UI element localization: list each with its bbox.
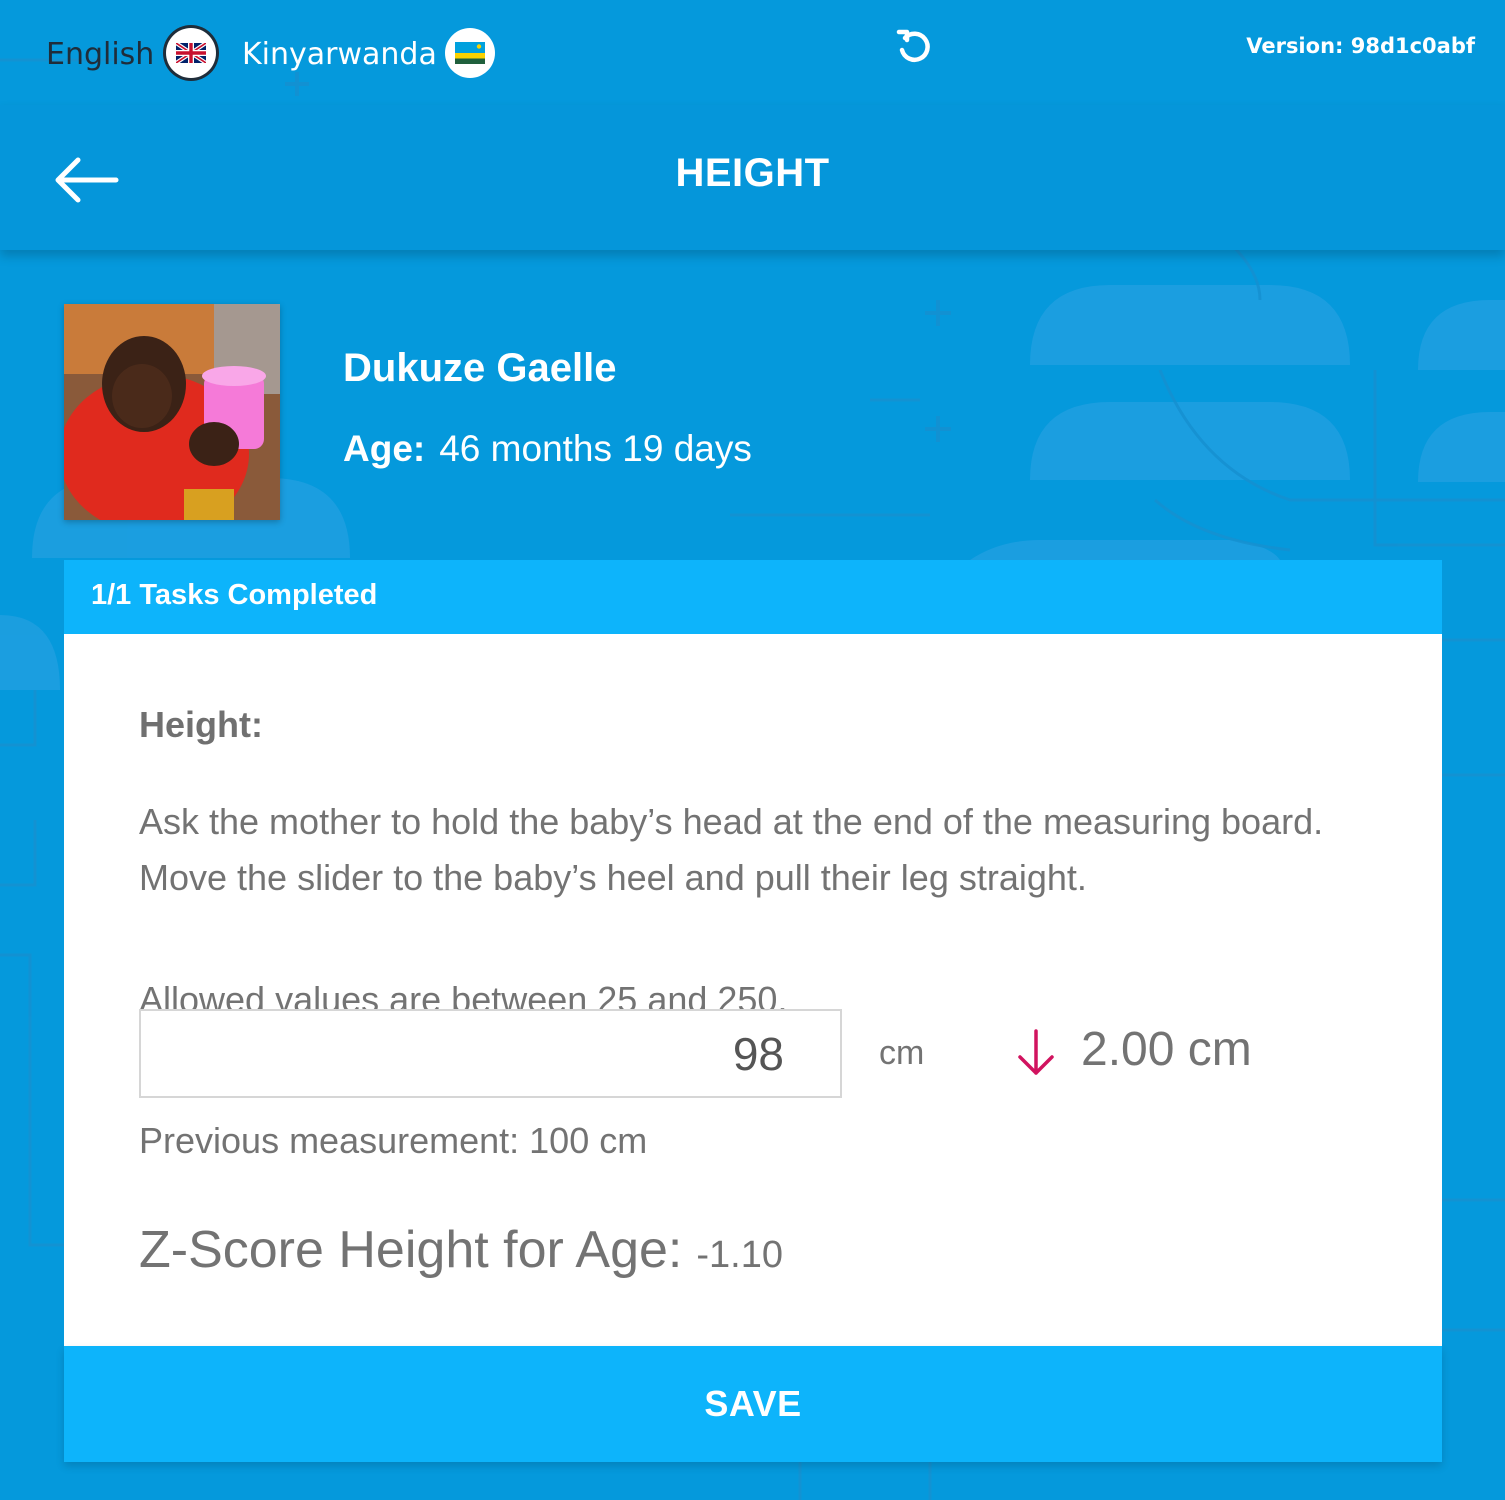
tasks-completed-label: 1/1 Tasks Completed [91, 579, 378, 611]
measurement-card: 1/1 Tasks Completed Height: Ask the moth… [64, 560, 1442, 1462]
refresh-icon[interactable] [893, 26, 935, 68]
save-button[interactable]: SAVE [64, 1346, 1442, 1462]
child-photo [64, 304, 280, 520]
uk-flag-icon[interactable] [166, 28, 216, 78]
language-english-label[interactable]: English [46, 36, 154, 74]
version-label: Version: 98d1c0abf [1246, 34, 1475, 58]
child-name: Dukuze Gaelle [343, 346, 617, 390]
rwanda-flag-icon[interactable] [445, 28, 495, 78]
page-header: HEIGHT [0, 105, 1505, 250]
difference-value: 2.00 cm [1081, 1023, 1252, 1076]
instructions-text: Ask the mother to hold the baby’s head a… [139, 801, 1324, 898]
child-age: Age: 46 months 19 days [343, 428, 752, 470]
previous-measurement: Previous measurement: 100 cm [139, 1120, 648, 1161]
card-body: Height: Ask the mother to hold the baby’… [64, 634, 1442, 1346]
page-title: HEIGHT [675, 151, 830, 195]
unit-label: cm [879, 1034, 925, 1072]
tasks-progress-bar: 1/1 Tasks Completed [64, 560, 1442, 634]
arrow-down-icon [1018, 1029, 1054, 1075]
height-input[interactable] [139, 1009, 842, 1098]
zscore-row: Z-Score Height for Age: -1.10 [139, 1220, 783, 1280]
field-title: Height: [139, 704, 263, 745]
age-label: Age: [343, 428, 426, 469]
language-kinyarwanda-label[interactable]: Kinyarwanda [242, 36, 437, 74]
zscore-label: Z-Score Height for Age: [139, 1221, 683, 1279]
zscore-value: -1.10 [696, 1234, 783, 1276]
age-value: 46 months 19 days [439, 428, 752, 469]
language-bar: English Kinyarwanda Version: 98d1c0abf [0, 0, 1505, 105]
